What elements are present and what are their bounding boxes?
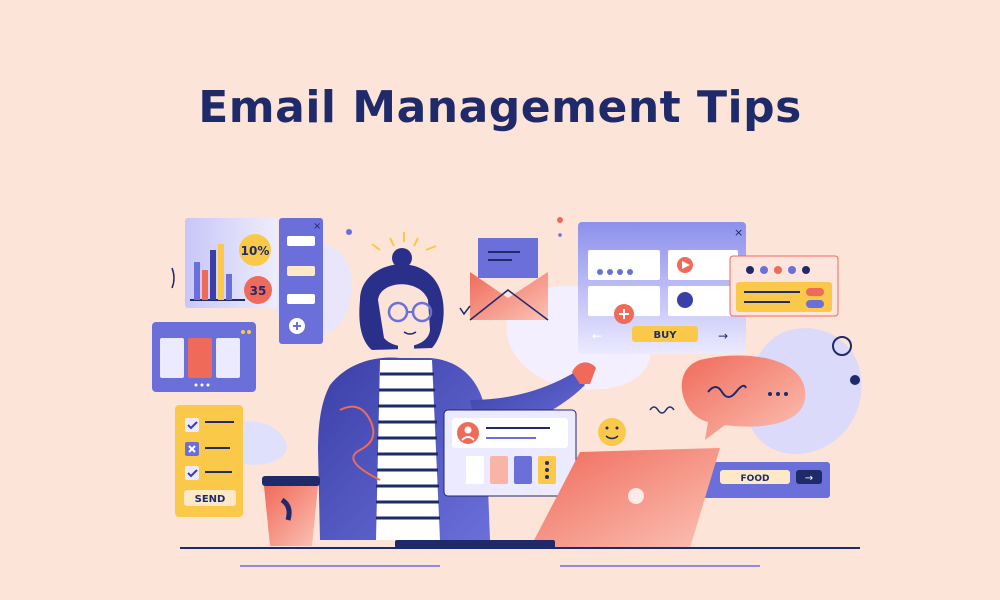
svg-text:×: ×: [313, 221, 321, 232]
svg-text:×: ×: [734, 226, 743, 239]
buy-panel: × BUY ← →: [578, 222, 746, 354]
coffee-cup-icon: [262, 476, 320, 546]
smiley-icon: [598, 418, 626, 446]
food-bar: FOOD →: [700, 462, 830, 498]
settings-panel: [729, 255, 839, 317]
chart-badge-top: 10%: [241, 244, 270, 258]
illustration: 10% 35 × SEND × BUY ← → FOOD →: [152, 217, 862, 567]
send-label: SEND: [195, 494, 226, 505]
checklist-card: SEND: [175, 405, 243, 517]
svg-text:←: ←: [592, 329, 602, 343]
chart-bar: [218, 244, 224, 300]
buy-label: BUY: [654, 330, 678, 341]
chart-bar: [194, 262, 200, 300]
chart-bar: [226, 274, 232, 300]
profile-card: [443, 409, 577, 497]
chart-bar: [202, 270, 208, 300]
phone-icon: [677, 292, 693, 308]
chart-bar: [210, 250, 216, 300]
kanban-card: [152, 322, 256, 392]
food-label: FOOD: [741, 474, 770, 484]
chart-badge-bottom: 35: [250, 284, 267, 298]
svg-text:→: →: [718, 329, 728, 343]
envelope-icon: [469, 238, 549, 321]
svg-text:→: →: [805, 473, 813, 484]
